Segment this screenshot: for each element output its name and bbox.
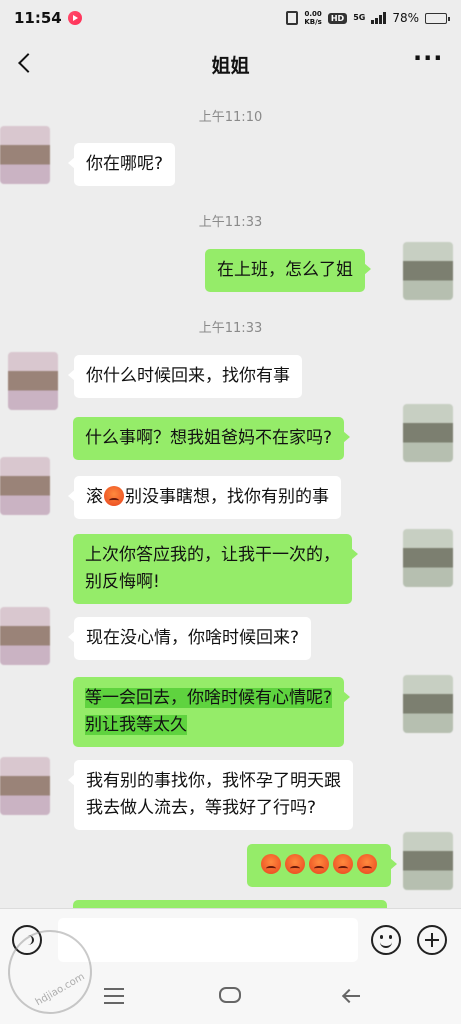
message-text: 现在没心情，你啥时候回来? [86, 628, 300, 648]
incoming-message[interactable]: 你在哪呢? [67, 143, 176, 186]
angry-face-emoji [357, 854, 377, 874]
back-button[interactable] [12, 48, 42, 78]
message-text-line: 我去做人流去，等我好了行吗? [86, 798, 317, 818]
chat-header: 姐姐 ··· [0, 36, 461, 92]
status-icons: 0.00 KB/s HD 5G 78% [286, 10, 450, 26]
message-timestamp: 上午11:33 [198, 321, 263, 336]
incoming-message[interactable]: 我有别的事找你，我怀孕了明天跟 我去做人流去，等我好了行吗? [68, 760, 353, 830]
status-bar: 11:54 0.00 KB/s HD 5G 78% [0, 0, 461, 36]
message-text-line: 等一会回去，你啥时候有心情呢? [85, 688, 333, 708]
message-text-line: 别让我等太久 [85, 715, 187, 735]
angry-face-emoji [104, 486, 124, 506]
outgoing-message[interactable]: 等一会回去，你啥时候有心情呢? 别让我等太久 [73, 677, 351, 747]
message-text-line: 上次你答应我的，让我干一次的， [85, 545, 340, 565]
home-button[interactable] [219, 987, 241, 1003]
signal-icon [371, 12, 387, 24]
my-avatar[interactable] [403, 675, 453, 733]
angry-face-emoji [309, 854, 329, 874]
message-input[interactable] [58, 918, 358, 962]
message-text: 别没事瞎想，找你有别的事 [125, 487, 329, 507]
battery-icon [425, 12, 450, 24]
hd-badge: HD [327, 12, 348, 24]
incoming-message[interactable]: 现在没心情，你啥时候回来? [67, 617, 312, 660]
message-text: 滚 [86, 487, 103, 507]
contact-avatar[interactable] [8, 352, 58, 410]
emoji-button[interactable] [371, 925, 401, 955]
more-options-button[interactable]: ··· [413, 46, 443, 78]
message-text-line: 别反悔啊! [85, 572, 160, 592]
outgoing-message[interactable]: 上次你答应我的，让我干一次的， 别反悔啊! [73, 534, 358, 604]
chat-title: 姐姐 [211, 54, 250, 77]
incoming-message[interactable]: 滚 别没事瞎想，找你有别的事 [68, 476, 341, 519]
contact-avatar[interactable] [0, 457, 50, 515]
outgoing-message[interactable]: 什么事啊？想我姐爸妈不在家吗? [73, 417, 351, 460]
message-text: 在上班，怎么了姐 [217, 260, 353, 280]
incoming-message[interactable]: 你什么时候回来，找你有事 [68, 355, 302, 398]
message-text-line: 我有别的事找你，我怀孕了明天跟 [86, 771, 341, 791]
outgoing-message[interactable] [247, 844, 397, 887]
my-avatar[interactable] [403, 404, 453, 462]
network-speed-value: 0.00 [304, 10, 322, 18]
system-back-button[interactable] [342, 986, 362, 1006]
chat-area[interactable]: 上午11:10 你在哪呢? 上午11:33 在上班，怎么了姐 上午11:33 你… [0, 92, 461, 908]
watermark-text: hdjiao.com [33, 971, 87, 1009]
message-text: 你什么时候回来，找你有事 [86, 366, 290, 386]
more-functions-button[interactable] [417, 925, 447, 955]
angry-face-emoji [333, 854, 353, 874]
contact-avatar[interactable] [0, 757, 50, 815]
angry-face-emoji [261, 854, 281, 874]
vibrate-icon [286, 11, 299, 25]
outgoing-message[interactable] [73, 900, 387, 908]
message-text: 什么事啊？想我姐爸妈不在家吗? [85, 428, 333, 448]
contact-avatar[interactable] [0, 607, 50, 665]
network-speed-unit: KB/s [304, 18, 322, 26]
battery-percent: 78% [392, 11, 419, 25]
outgoing-message[interactable]: 在上班，怎么了姐 [205, 249, 371, 292]
video-app-icon [67, 11, 82, 25]
message-text: 你在哪呢? [86, 154, 164, 174]
recent-apps-button[interactable] [104, 988, 124, 1004]
contact-avatar[interactable] [0, 126, 50, 184]
my-avatar[interactable] [403, 529, 453, 587]
message-timestamp: 上午11:10 [198, 110, 263, 125]
message-timestamp: 上午11:33 [198, 215, 263, 230]
angry-face-emoji [285, 854, 305, 874]
status-time: 11:54 [14, 9, 62, 27]
my-avatar[interactable] [403, 832, 453, 890]
my-avatar[interactable] [403, 242, 453, 300]
network-speed: 0.00 KB/s [304, 10, 321, 26]
network-type: 5G [353, 13, 366, 22]
